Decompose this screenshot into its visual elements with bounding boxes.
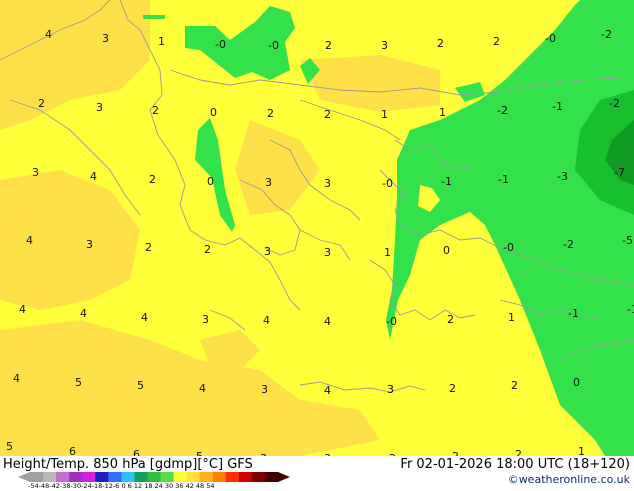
isoline-label: 3: [324, 177, 331, 190]
isoline-label: -1: [568, 307, 579, 320]
isoline-label: 5: [6, 440, 13, 453]
isoline-label: 3: [202, 313, 209, 326]
isoline-label: 2: [204, 243, 211, 256]
isoline-label: 1: [381, 108, 388, 121]
isoline-label: 4: [90, 170, 97, 183]
scale-swatch: [82, 472, 96, 482]
isoline-label: -2: [601, 28, 612, 41]
scale-swatch: [69, 472, 83, 482]
map-title: Height/Temp. 850 hPa [gdmp][°C] GFS: [3, 457, 253, 472]
isoline-label: -7: [614, 166, 625, 179]
isoline-label: -1: [627, 303, 634, 316]
isoline-label: 2: [267, 107, 274, 120]
scale-swatch: [238, 472, 253, 482]
isoline-label: 4: [141, 311, 148, 324]
isoline-label: -2: [497, 104, 508, 117]
isoline-label: 3: [96, 101, 103, 114]
isoline-label: 4: [199, 382, 206, 395]
isoline-label: 2: [149, 173, 156, 186]
credit-link[interactable]: ©weatheronline.co.uk: [508, 473, 630, 486]
isoline-label: 4: [26, 234, 33, 247]
isoline-label: 4: [13, 372, 20, 385]
isoline-label: 1: [158, 35, 165, 48]
scale-swatch: [186, 472, 201, 482]
isoline-label: 0: [210, 106, 217, 119]
scale-swatch: [95, 472, 109, 482]
scale-swatch: [225, 472, 240, 482]
isoline-label: 2: [324, 108, 331, 121]
scale-swatch: [173, 472, 188, 482]
temperature-field-green: [143, 15, 165, 19]
isoline-label: -0: [268, 39, 279, 52]
isoline-label: 2: [447, 313, 454, 326]
isoline-label: 3: [387, 383, 394, 396]
isoline-label: 2: [325, 39, 332, 52]
isoline-label: -0: [503, 241, 514, 254]
scale-arrow-left: [18, 472, 30, 482]
isoline-label: -0: [545, 32, 556, 45]
isoline-label: 5: [75, 376, 82, 389]
scale-swatch: [56, 472, 70, 482]
isoline-label: 4: [324, 384, 331, 397]
scale-swatch: [160, 472, 175, 482]
isoline-label: 2: [493, 35, 500, 48]
isoline-label: 1: [439, 106, 446, 119]
isoline-label: 2: [449, 382, 456, 395]
color-scale: [18, 472, 290, 482]
isoline-label: -2: [563, 238, 574, 251]
isoline-label: -2: [609, 97, 620, 110]
scale-swatch: [199, 472, 214, 482]
isoline-label: -1: [498, 173, 509, 186]
scale-swatch: [43, 472, 57, 482]
scale-swatch: [264, 472, 279, 482]
isoline-label: -3: [557, 170, 568, 183]
isoline-label: 2: [38, 97, 45, 110]
isoline-label: -1: [441, 175, 452, 188]
isoline-label: 3: [261, 383, 268, 396]
weather-map: 4 3 1 -0 -0 2 3 2 2 -0 -2 2 3 2 0 2 2 1 1 -2 -1 -2 3 4 2 0 3 3 -0 -1 -…: [0, 0, 634, 490]
isoline-label: -0: [382, 177, 393, 190]
isoline-label: 3: [86, 238, 93, 251]
isoline-label: 2: [511, 379, 518, 392]
scale-swatch: [30, 472, 44, 482]
isoline-label: 3: [264, 245, 271, 258]
isoline-label: -0: [215, 38, 226, 51]
isoline-label: 5: [137, 379, 144, 392]
scale-swatch: [134, 472, 148, 482]
isoline-label: -1: [552, 100, 563, 113]
isoline-label: 4: [45, 28, 52, 41]
isoline-label: 3: [32, 166, 39, 179]
isoline-label: 1: [384, 246, 391, 259]
isoline-label: 4: [263, 314, 270, 327]
scale-swatch: [212, 472, 227, 482]
isoline-label: 2: [152, 104, 159, 117]
isoline-label: 4: [324, 315, 331, 328]
isoline-label: 4: [19, 303, 26, 316]
scale-swatch: [147, 472, 162, 482]
scale-swatch: [108, 472, 122, 482]
scale-swatch: [251, 472, 266, 482]
isoline-label: 0: [207, 175, 214, 188]
isoline-label: 0: [573, 376, 580, 389]
isoline-label: 1: [508, 311, 515, 324]
isoline-label: 3: [381, 39, 388, 52]
isoline-label: 3: [102, 32, 109, 45]
isoline-label: 2: [437, 37, 444, 50]
isoline-label: 4: [80, 307, 87, 320]
isoline-label: -5: [622, 234, 633, 247]
isoline-label: -0: [386, 315, 397, 328]
isoline-label: 3: [324, 246, 331, 259]
isoline-label: 2: [145, 241, 152, 254]
isoline-label: 3: [265, 176, 272, 189]
isoline-label: 0: [443, 244, 450, 257]
forecast-datetime: Fr 02-01-2026 18:00 UTC (18+120): [400, 457, 630, 472]
scale-arrow-right: [278, 472, 290, 482]
scale-swatch: [121, 472, 135, 482]
